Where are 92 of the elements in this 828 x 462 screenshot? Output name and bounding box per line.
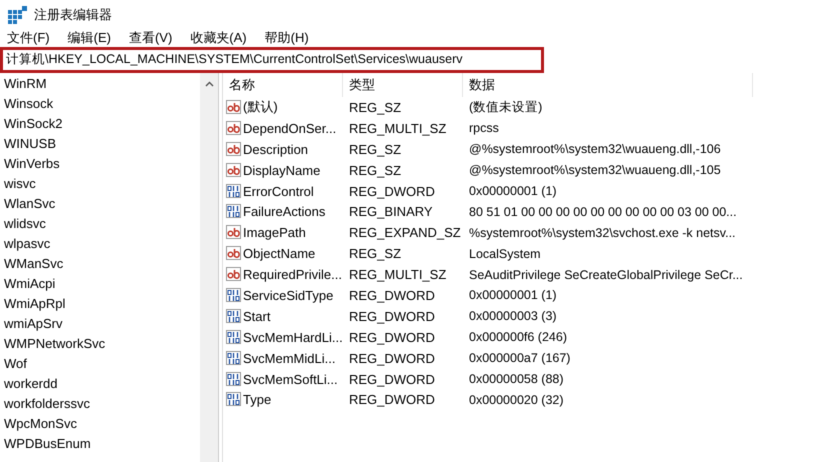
- column-header[interactable]: 类型: [343, 73, 463, 97]
- value-data: @%systemroot%\system32\wuaueng.dll,-106: [468, 142, 722, 156]
- tree-item[interactable]: WManSvc: [4, 254, 200, 274]
- string-value-icon: [226, 225, 242, 240]
- menu-item[interactable]: 收藏夹(A): [190, 29, 247, 47]
- value-type: REG_DWORD: [348, 288, 436, 303]
- value-data: 0x00000001 (1): [468, 184, 558, 198]
- value-type: REG_MULTI_SZ: [348, 120, 448, 136]
- value-data: 0x000000f6 (246): [468, 330, 568, 344]
- value-data: (数值未设置): [468, 98, 544, 116]
- string-value-icon: [226, 267, 242, 282]
- value-type: REG_DWORD: [348, 308, 436, 324]
- tree-item[interactable]: Winsock: [4, 94, 200, 114]
- binary-value-icon: [226, 288, 242, 303]
- binary-value-icon: [226, 308, 242, 324]
- value-name[interactable]: FailureActions: [243, 204, 326, 220]
- tree-item[interactable]: WPDBusEnum: [4, 434, 200, 454]
- value-name[interactable]: SvcMemMidLi...: [243, 350, 336, 366]
- value-data: 0x000000a7 (167): [468, 351, 572, 366]
- value-data: 80 51 01 00 00 00 00 00 00 00 00 00 03 00 00...: [468, 204, 738, 219]
- binary-value-icon: [226, 372, 242, 387]
- string-value-icon: [226, 162, 242, 178]
- binary-value-icon: [226, 204, 242, 220]
- tree-item[interactable]: wisvc: [4, 174, 200, 194]
- value-data: 0x00000001 (1): [468, 288, 558, 302]
- value-type: REG_DWORD: [348, 184, 436, 198]
- value-type: REG_SZ: [348, 100, 402, 115]
- value-name[interactable]: SvcMemHardLi...: [243, 330, 343, 345]
- window-title: 注册表编辑器: [34, 6, 112, 24]
- value-name[interactable]: ErrorControl: [243, 184, 314, 198]
- tree-item[interactable]: WinRM: [4, 74, 200, 94]
- tree-item[interactable]: WpcMonSvc: [4, 414, 200, 434]
- value-name[interactable]: ImagePath: [243, 225, 306, 240]
- tree-item[interactable]: wmiApSrv: [4, 314, 200, 334]
- tree-item[interactable]: Wof: [4, 354, 200, 374]
- binary-value-icon: [226, 350, 242, 366]
- column-header[interactable]: 数据: [463, 73, 753, 97]
- value-data: 0x00000020 (32): [468, 392, 565, 407]
- tree-item[interactable]: wlpasvc: [4, 234, 200, 254]
- value-name[interactable]: DependOnSer...: [243, 120, 336, 136]
- value-data: SeAuditPrivilege SeCreateGlobalPrivilege SeCr...: [468, 268, 744, 282]
- tree-item[interactable]: WlanSvc: [4, 194, 200, 214]
- tree-item[interactable]: workerdd: [4, 374, 200, 394]
- string-value-icon: [226, 246, 242, 262]
- value-data: @%systemroot%\system32\wuaueng.dll,-105: [468, 163, 722, 178]
- value-name[interactable]: DisplayName: [243, 162, 320, 178]
- value-name[interactable]: ServiceSidType: [243, 288, 334, 303]
- string-value-icon: [226, 142, 242, 157]
- value-type: REG_DWORD: [348, 372, 436, 387]
- string-value-icon: [226, 100, 242, 115]
- binary-value-icon: [226, 392, 242, 408]
- tree-item[interactable]: wlidsvc: [4, 214, 200, 234]
- scroll-up-icon[interactable]: [204, 81, 214, 87]
- value-type: REG_EXPAND_SZ: [348, 225, 462, 240]
- binary-value-icon: [226, 184, 242, 198]
- menu-item[interactable]: 编辑(E): [68, 29, 111, 47]
- menu-item[interactable]: 文件(F): [7, 29, 50, 47]
- value-name[interactable]: Description: [243, 142, 308, 157]
- tree-item[interactable]: WinSock2: [4, 114, 200, 134]
- string-value-icon: [226, 120, 242, 136]
- tree-item[interactable]: WinVerbs: [4, 154, 200, 174]
- value-name[interactable]: Type: [243, 392, 272, 408]
- scrollbar[interactable]: [200, 73, 218, 462]
- value-data: 0x00000003 (3): [468, 309, 558, 324]
- menu-item[interactable]: 查看(V): [128, 29, 172, 47]
- value-name[interactable]: SvcMemSoftLi...: [243, 372, 338, 387]
- menu-item[interactable]: 帮助(H): [264, 29, 309, 47]
- value-name[interactable]: (默认): [243, 98, 278, 116]
- value-type: REG_DWORD: [348, 330, 436, 345]
- registry-editor-icon: [8, 6, 28, 24]
- tree-item[interactable]: WMPNetworkSvc: [4, 334, 200, 354]
- tree-item[interactable]: WmiApRpl: [4, 294, 200, 314]
- value-name[interactable]: ObjectName: [243, 246, 316, 262]
- address-bar[interactable]: 计算机\HKEY_LOCAL_MACHINE\SYSTEM\CurrentControlSet\Services\wuauserv: [0, 47, 544, 73]
- tree-item[interactable]: workfolderssvc: [4, 394, 200, 414]
- value-data: rpcss: [468, 121, 500, 136]
- value-type: REG_SZ: [348, 162, 402, 178]
- value-data: LocalSystem: [468, 246, 542, 261]
- value-data: 0x00000058 (88): [468, 372, 565, 386]
- value-type: REG_MULTI_SZ: [348, 267, 448, 282]
- value-name[interactable]: RequiredPrivile...: [243, 267, 342, 282]
- column-header[interactable]: 名称: [223, 73, 343, 97]
- value-type: REG_DWORD: [348, 392, 436, 408]
- value-type: REG_DWORD: [348, 350, 436, 366]
- value-type: REG_BINARY: [348, 204, 434, 220]
- value-name[interactable]: Start: [243, 308, 270, 324]
- tree-item[interactable]: WINUSB: [4, 134, 200, 154]
- value-type: REG_SZ: [348, 246, 402, 262]
- value-type: REG_SZ: [348, 142, 402, 157]
- tree-item[interactable]: WmiAcpi: [4, 274, 200, 294]
- binary-value-icon: [226, 330, 242, 345]
- value-data: %systemroot%\system32\svchost.exe -k netsv...: [468, 226, 737, 240]
